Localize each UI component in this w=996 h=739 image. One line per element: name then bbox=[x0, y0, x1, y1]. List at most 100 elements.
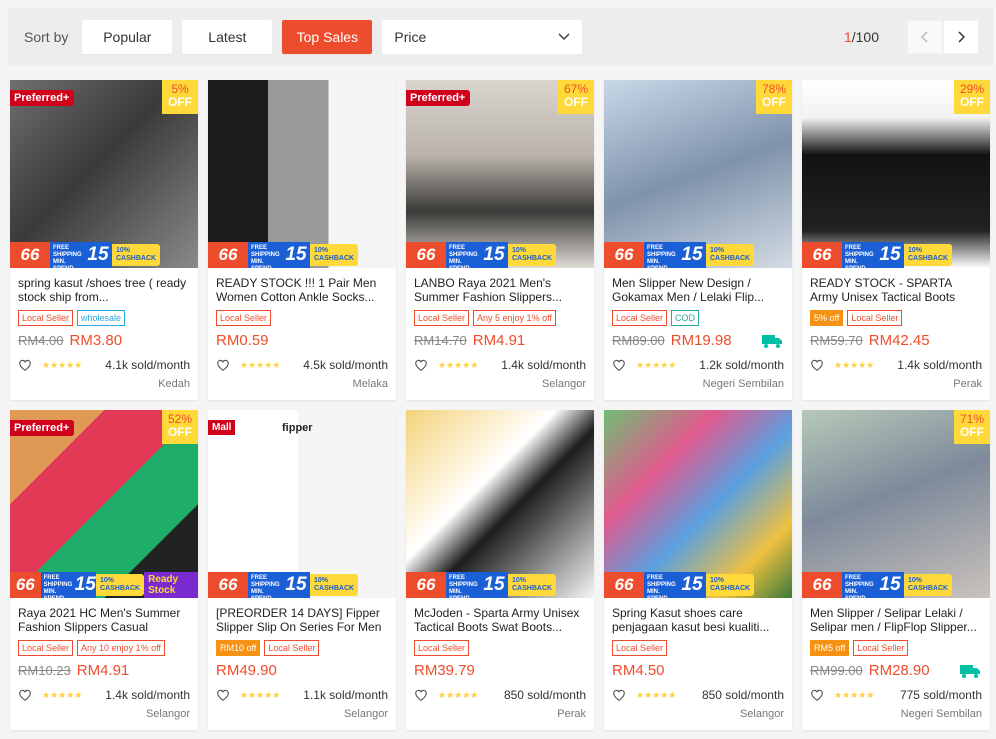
shop-location: Negeri Sembilan bbox=[702, 378, 784, 390]
free-shipping-amount: 15 bbox=[678, 242, 706, 268]
product-image[interactable]: 66 FREESHIPPINGMIN. SPEND 15 10%CASHBACK… bbox=[604, 80, 792, 268]
current-price: RM49.90 bbox=[216, 662, 277, 679]
shop-location: Selangor bbox=[145, 708, 190, 720]
product-tag: Local Seller bbox=[216, 310, 272, 326]
heart-icon[interactable] bbox=[612, 358, 626, 372]
product-title[interactable]: READY STOCK !!! 1 Pair Men Women Cotton … bbox=[216, 276, 388, 304]
product-image[interactable]: 66 FREESHIPPINGMIN. SPEND 15 10%CASHBACK bbox=[208, 80, 396, 268]
product-card[interactable]: 66 FREESHIPPINGMIN. SPEND 15 10%CASHBACK… bbox=[802, 410, 990, 730]
product-card[interactable]: 66 FREESHIPPINGMIN. SPEND 15 10%CASHBACK… bbox=[10, 410, 198, 730]
free-shipping-amount: 15 bbox=[282, 572, 310, 598]
product-tags: Local Seller bbox=[612, 640, 784, 656]
product-title[interactable]: Spring Kasut shoes care penjagaan kasut … bbox=[612, 606, 784, 634]
sale-66-badge: 66 bbox=[802, 242, 842, 268]
product-card[interactable]: 66 FREESHIPPINGMIN. SPEND 15 10%CASHBACK… bbox=[208, 80, 396, 400]
product-tags: RM10 off Local Seller bbox=[216, 640, 388, 656]
original-price: RM59.70 bbox=[810, 333, 863, 348]
free-shipping-icon bbox=[960, 665, 980, 678]
product-image[interactable]: 66 FREESHIPPINGMIN. SPEND 15 10%CASHBACK bbox=[604, 410, 792, 598]
product-tag: Any 5 enjoy 1% off bbox=[473, 310, 556, 326]
promo-banner: 66 FREESHIPPINGMIN. SPEND 15 10%CASHBACK bbox=[10, 242, 198, 268]
cashback-badge: 10% CASHBACK bbox=[904, 574, 953, 596]
discount-badge: 78% OFF bbox=[756, 80, 792, 114]
shop-location: Selangor bbox=[739, 708, 784, 720]
product-title[interactable]: READY STOCK - SPARTA Army Unisex Tactica… bbox=[810, 276, 982, 304]
heart-icon[interactable] bbox=[216, 358, 230, 372]
product-card[interactable]: 66 FREESHIPPINGMIN. SPEND 15 10%CASHBACK… bbox=[208, 410, 396, 730]
product-image[interactable]: 66 FREESHIPPINGMIN. SPEND 15 10%CASHBACK… bbox=[802, 410, 990, 598]
price-row: RM39.79 bbox=[414, 662, 586, 682]
product-tag: Local Seller bbox=[853, 640, 909, 656]
current-price: RM0.59 bbox=[216, 332, 269, 349]
product-title[interactable]: Men Slipper New Design / Gokamax Men / L… bbox=[612, 276, 784, 304]
free-shipping-amount: 15 bbox=[282, 242, 310, 268]
price-row: RM10.23 RM4.91 bbox=[18, 662, 190, 682]
product-card[interactable]: 66 FREESHIPPINGMIN. SPEND 15 10%CASHBACK… bbox=[802, 80, 990, 400]
heart-icon[interactable] bbox=[810, 688, 824, 702]
heart-icon[interactable] bbox=[216, 688, 230, 702]
heart-icon[interactable] bbox=[414, 688, 428, 702]
discount-badge: 71% OFF bbox=[954, 410, 990, 444]
discount-badge: 5% OFF bbox=[162, 80, 198, 114]
product-tags: 5% off Local Seller bbox=[810, 310, 982, 326]
page-indicator: 1/100 bbox=[844, 29, 879, 45]
product-card[interactable]: 66 FREESHIPPINGMIN. SPEND 15 10%CASHBACK… bbox=[406, 410, 594, 730]
product-card[interactable]: 66 FREESHIPPINGMIN. SPEND 15 10%CASHBACK… bbox=[604, 410, 792, 730]
heart-icon[interactable] bbox=[18, 688, 32, 702]
mini-pagination: 1/100 bbox=[844, 20, 979, 54]
sale-66-badge: 66 bbox=[208, 572, 248, 598]
heart-icon[interactable] bbox=[414, 358, 428, 372]
product-tag: RM5 off bbox=[810, 640, 850, 656]
product-image[interactable]: 66 FREESHIPPINGMIN. SPEND 15 10%CASHBACK… bbox=[10, 80, 198, 268]
sort-latest-button[interactable]: Latest bbox=[182, 20, 273, 54]
sort-popular-button[interactable]: Popular bbox=[82, 20, 173, 54]
price-sort-select[interactable]: Price bbox=[382, 20, 583, 54]
current-price: RM42.45 bbox=[868, 332, 930, 349]
sold-count: 1.1k sold/month bbox=[303, 688, 388, 702]
sale-66-badge: 66 bbox=[10, 242, 50, 268]
shop-location: Melaka bbox=[352, 378, 388, 390]
promo-banner: 66 FREESHIPPINGMIN. SPEND 15 10%CASHBACK bbox=[406, 242, 594, 268]
product-image[interactable]: 66 FREESHIPPINGMIN. SPEND 15 10%CASHBACK bbox=[406, 410, 594, 598]
heart-icon[interactable] bbox=[810, 358, 824, 372]
product-title[interactable]: spring kasut /shoes tree ( ready stock s… bbox=[18, 276, 190, 304]
sold-count: 1.4k sold/month bbox=[501, 358, 586, 372]
product-image[interactable]: 66 FREESHIPPINGMIN. SPEND 15 10%CASHBACK… bbox=[802, 80, 990, 268]
heart-icon[interactable] bbox=[612, 688, 626, 702]
rating-stars: ★★★★★ bbox=[240, 359, 281, 370]
product-tag: Local Seller bbox=[264, 640, 320, 656]
next-page-button[interactable] bbox=[943, 20, 979, 54]
total-pages: /100 bbox=[851, 29, 879, 45]
sort-top-sales-button[interactable]: Top Sales bbox=[282, 20, 373, 54]
cashback-badge: 10% CASHBACK bbox=[508, 574, 557, 596]
rating-stars: ★★★★★ bbox=[42, 359, 83, 370]
free-shipping-label: FREESHIPPINGMIN. SPEND bbox=[842, 242, 876, 268]
promo-banner: 66 FREESHIPPINGMIN. SPEND 15 10%CASHBACK bbox=[208, 242, 396, 268]
cashback-badge: 10% CASHBACK bbox=[508, 244, 557, 266]
sort-bar: Sort by Popular Latest Top Sales Price 1… bbox=[8, 8, 993, 66]
promo-banner: 66 FREESHIPPINGMIN. SPEND 15 10%CASHBACK bbox=[604, 572, 792, 598]
product-image[interactable]: 66 FREESHIPPINGMIN. SPEND 15 10%CASHBACK… bbox=[406, 80, 594, 268]
product-image[interactable]: 66 FREESHIPPINGMIN. SPEND 15 10%CASHBACK… bbox=[208, 410, 396, 598]
product-card[interactable]: 66 FREESHIPPINGMIN. SPEND 15 10%CASHBACK… bbox=[406, 80, 594, 400]
heart-icon[interactable] bbox=[18, 358, 32, 372]
free-shipping-label: FREESHIPPINGMIN. SPEND bbox=[50, 242, 84, 268]
price-row: RM4.50 bbox=[612, 662, 784, 682]
free-shipping-label: FREESHIPPINGMIN. SPEND bbox=[446, 572, 480, 598]
product-image[interactable]: 66 FREESHIPPINGMIN. SPEND 15 10%CASHBACK… bbox=[10, 410, 198, 598]
product-title[interactable]: Raya 2021 HC Men's Summer Fashion Slippe… bbox=[18, 606, 190, 634]
product-title[interactable]: McJoden - Sparta Army Unisex Tactical Bo… bbox=[414, 606, 586, 634]
product-title[interactable]: Men Slipper / Selipar Lelaki / Selipar m… bbox=[810, 606, 982, 634]
product-title[interactable]: [PREORDER 14 DAYS] Fipper Slipper Slip O… bbox=[216, 606, 388, 634]
discount-badge: 29% OFF bbox=[954, 80, 990, 114]
preferred-badge: Preferred+ bbox=[10, 90, 75, 106]
product-card[interactable]: 66 FREESHIPPINGMIN. SPEND 15 10%CASHBACK… bbox=[10, 80, 198, 400]
sort-by-label: Sort by bbox=[24, 29, 69, 45]
prev-page-button[interactable] bbox=[907, 20, 943, 54]
ready-stock-badge: Ready Stock bbox=[144, 572, 198, 598]
price-row: RM89.00 RM19.98 bbox=[612, 332, 784, 352]
mall-badge: Mall bbox=[208, 420, 236, 435]
product-card[interactable]: 66 FREESHIPPINGMIN. SPEND 15 10%CASHBACK… bbox=[604, 80, 792, 400]
product-title[interactable]: LANBO Raya 2021 Men's Summer Fashion Sli… bbox=[414, 276, 586, 304]
sold-count: 4.5k sold/month bbox=[303, 358, 388, 372]
